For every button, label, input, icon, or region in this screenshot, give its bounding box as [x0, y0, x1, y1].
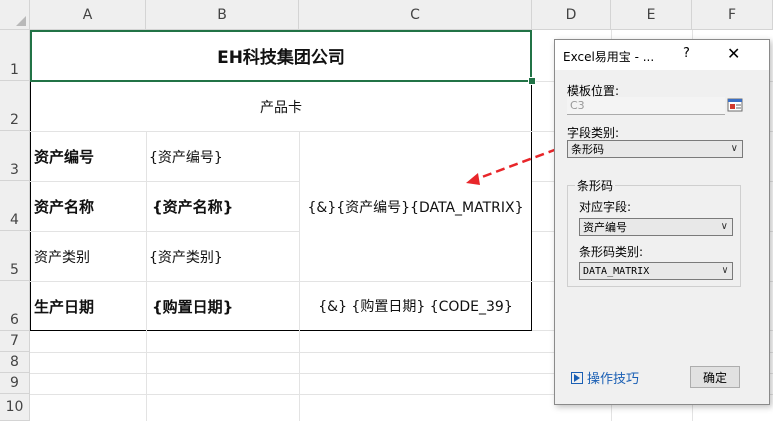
row-header-4[interactable]: 4 — [0, 181, 30, 231]
row-header-1[interactable]: 1 — [0, 30, 30, 81]
cell-a3[interactable]: 资产编号 — [34, 132, 144, 181]
cell-a6[interactable]: 生产日期 — [34, 282, 144, 330]
template-position-input[interactable]: C3 — [567, 97, 725, 115]
column-header-f[interactable]: F — [692, 0, 773, 30]
row-header-2[interactable]: 2 — [0, 81, 30, 131]
row-header-8[interactable]: 8 — [0, 352, 30, 373]
row-header-7[interactable]: 7 — [0, 331, 30, 352]
field-label: 对应字段: — [579, 200, 632, 214]
cell-b4[interactable]: {资产名称} — [152, 182, 297, 231]
field-value: 资产编号 — [583, 221, 627, 234]
barcode-type-value: DATA_MATRIX — [583, 265, 650, 277]
cell-b5[interactable]: {资产类别} — [149, 232, 297, 281]
chevron-down-icon: ∨ — [721, 265, 728, 276]
select-all-corner[interactable] — [0, 0, 30, 30]
dialog-titlebar[interactable]: Excel易用宝 - ... ? ✕ — [555, 40, 769, 70]
column-header-b[interactable]: B — [146, 0, 299, 30]
field-type-select[interactable]: 条形码 ∨ — [567, 140, 743, 158]
column-header-a[interactable]: A — [30, 0, 146, 30]
field-type-label: 字段类别: — [567, 126, 620, 140]
barcode-type-label: 条形码类别: — [579, 245, 644, 259]
table-border — [531, 81, 532, 331]
gridline — [299, 331, 300, 421]
cell-c6[interactable]: {&} {购置日期} {CODE_39} — [300, 282, 531, 330]
table-border — [146, 131, 147, 331]
barcode-group-title: 条形码 — [575, 177, 616, 194]
tips-link[interactable]: 操作技巧 — [571, 368, 639, 387]
excel-easy-dialog: Excel易用宝 - ... ? ✕ 模板位置: C3 字段类别: 条形码 ∨ … — [554, 39, 770, 405]
barcode-type-select[interactable]: DATA_MATRIX ∨ — [579, 262, 733, 280]
cell-a5[interactable]: 资产类别 — [34, 232, 144, 281]
cell-title[interactable]: EH科技集团公司 — [32, 31, 530, 80]
column-header-d[interactable]: D — [532, 0, 611, 30]
pointer-arrow — [466, 147, 558, 185]
tips-label: 操作技巧 — [587, 372, 640, 387]
cell-b3[interactable]: {资产编号} — [149, 132, 297, 181]
close-button[interactable]: ✕ — [727, 44, 740, 63]
field-type-value: 条形码 — [571, 143, 604, 156]
row-header-10[interactable]: 10 — [0, 394, 30, 421]
range-picker-icon[interactable] — [727, 98, 743, 112]
help-button[interactable]: ? — [683, 46, 690, 61]
row-header-3[interactable]: 3 — [0, 131, 30, 181]
column-header-e[interactable]: E — [611, 0, 692, 30]
cell-subtitle[interactable]: 产品卡 — [31, 82, 531, 131]
chevron-down-icon: ∨ — [730, 143, 738, 154]
gridline — [146, 331, 147, 421]
column-header-c[interactable]: C — [299, 0, 532, 30]
cell-b6[interactable]: {购置日期} — [152, 282, 297, 330]
chevron-down-icon: ∨ — [720, 221, 728, 232]
dialog-title: Excel易用宝 - ... — [563, 50, 655, 64]
row-header-9[interactable]: 9 — [0, 373, 30, 394]
table-border — [30, 330, 532, 331]
row-header-5[interactable]: 5 — [0, 231, 30, 281]
row-header-6[interactable]: 6 — [0, 281, 30, 331]
confirm-button[interactable]: 确定 — [690, 366, 740, 388]
field-select[interactable]: 资产编号 ∨ — [579, 218, 733, 236]
cell-a4[interactable]: 资产名称 — [34, 182, 144, 231]
play-icon — [571, 371, 583, 384]
